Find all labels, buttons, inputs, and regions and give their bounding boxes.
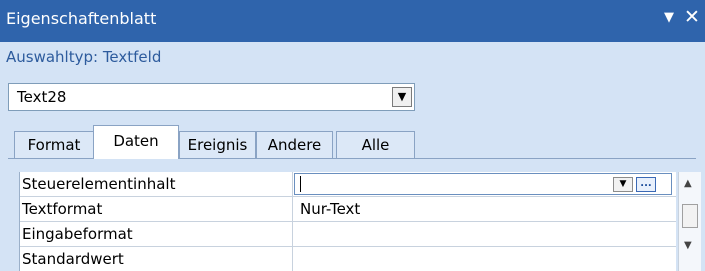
property-row[interactable]: Eingabeformat: [20, 222, 676, 247]
tab-ereignis-label: Ereignis: [187, 136, 248, 154]
column-divider: [292, 197, 293, 222]
build-ellipsis-button[interactable]: ...: [636, 177, 656, 192]
property-name: Steuerelementinhalt: [22, 175, 176, 193]
window-title: Eigenschaftenblatt: [6, 9, 157, 28]
property-grid: Steuerelementinhalt ▼ ... Textformat Nur…: [19, 172, 676, 271]
object-selector[interactable]: Text28 ▼: [8, 83, 415, 111]
object-selector-value: Text28: [17, 88, 67, 106]
dropdown-arrow-icon[interactable]: ▼: [392, 87, 412, 107]
property-name: Textformat: [22, 200, 103, 218]
vertical-scrollbar[interactable]: ▲ ▼: [678, 172, 701, 271]
property-row[interactable]: Steuerelementinhalt ▼ ...: [20, 172, 676, 197]
menu-caret-icon[interactable]: ▼: [664, 10, 674, 25]
tab-ereignis[interactable]: Ereignis: [179, 131, 256, 159]
text-cursor: [300, 176, 301, 192]
tab-daten[interactable]: Daten: [93, 125, 179, 159]
scroll-down-icon[interactable]: ▼: [684, 240, 692, 251]
property-value-input[interactable]: ▼ ...: [294, 173, 672, 195]
property-sheet: Eigenschaftenblatt ▼ ✕ Auswahltyp: Textf…: [0, 0, 705, 271]
column-divider: [292, 172, 293, 197]
tab-format-label: Format: [27, 136, 81, 154]
tab-format[interactable]: Format: [14, 131, 94, 159]
titlebar: Eigenschaftenblatt ▼ ✕: [0, 0, 705, 42]
dropdown-arrow-icon[interactable]: ▼: [613, 177, 633, 192]
selection-type-label: Auswahltyp: Textfeld: [6, 48, 162, 66]
column-divider: [292, 247, 293, 271]
property-row[interactable]: Textformat Nur-Text: [20, 197, 676, 222]
property-name: Eingabeformat: [22, 225, 133, 243]
tab-daten-label: Daten: [113, 132, 159, 150]
tab-andere-label: Andere: [267, 136, 322, 154]
tab-alle[interactable]: Alle: [336, 131, 415, 159]
tab-andere[interactable]: Andere: [256, 131, 333, 159]
scroll-thumb[interactable]: [682, 204, 698, 228]
property-row[interactable]: Standardwert: [20, 247, 676, 271]
column-divider: [292, 222, 293, 247]
property-value[interactable]: Nur-Text: [300, 200, 360, 218]
close-icon[interactable]: ✕: [684, 6, 700, 28]
tab-alle-label: Alle: [361, 136, 390, 154]
property-name: Standardwert: [22, 250, 124, 268]
scroll-up-icon[interactable]: ▲: [684, 178, 692, 189]
